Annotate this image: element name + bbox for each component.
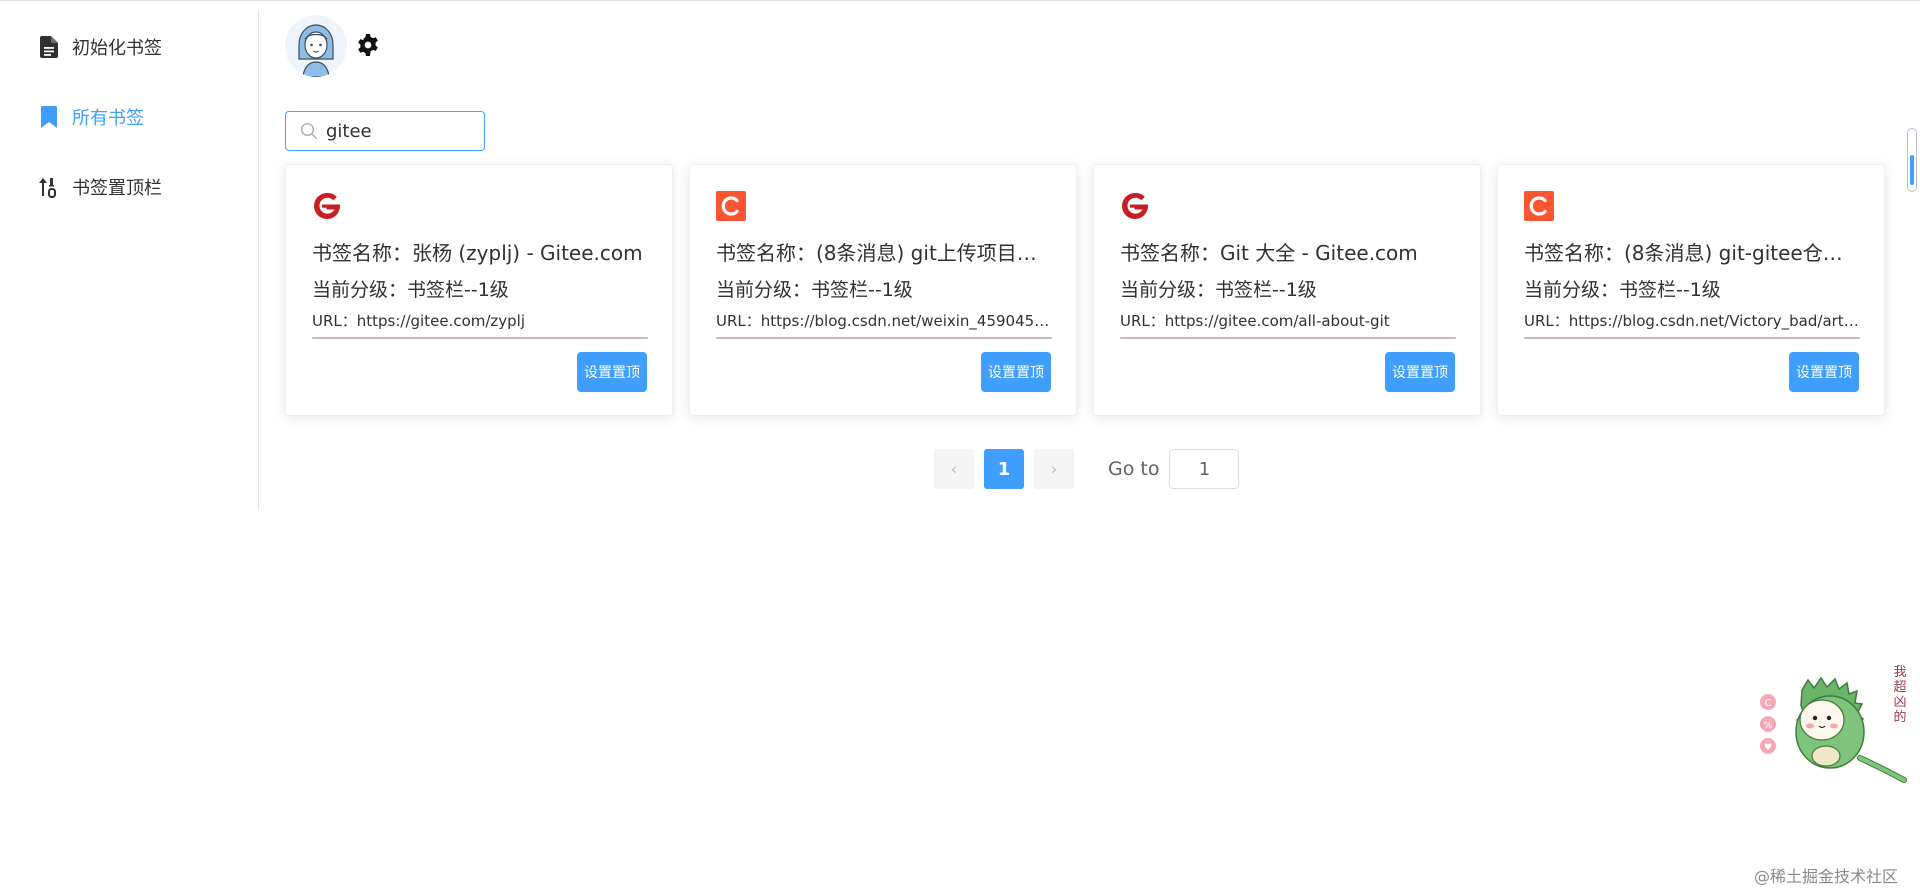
svg-text:的: 的 bbox=[1893, 709, 1906, 725]
sidebar-item-label: 所有书签 bbox=[72, 108, 144, 129]
svg-text:超: 超 bbox=[1893, 680, 1906, 695]
gear-icon[interactable] bbox=[356, 33, 380, 57]
bookmark-card: 书签名称：张杨 (zyplj) - Gitee.com 当前分级：书签栏--1级… bbox=[285, 164, 673, 416]
divider bbox=[1524, 337, 1860, 339]
svg-text:凶: 凶 bbox=[1893, 695, 1906, 710]
user-avatar-icon bbox=[285, 15, 347, 77]
avatar[interactable] bbox=[285, 15, 347, 77]
divider bbox=[716, 337, 1052, 339]
bookmark-name: 书签名称：(8条消息) git-gitee仓库... bbox=[1524, 241, 1860, 265]
goto-page-input[interactable] bbox=[1169, 449, 1240, 489]
chevron-right-icon: › bbox=[1050, 458, 1058, 480]
sidebar-item-init-bookmarks[interactable]: 初始化书签 bbox=[38, 32, 162, 62]
bookmark-level: 当前分级：书签栏--1级 bbox=[1120, 279, 1317, 301]
divider bbox=[1120, 337, 1456, 339]
bookmark-name: 书签名称：Git 大全 - Gitee.com bbox=[1120, 241, 1418, 265]
document-icon bbox=[38, 35, 60, 59]
sidebar: 初始化书签 所有书签 书签置顶栏 bbox=[0, 10, 259, 510]
pagination: ‹ 1 › Go to bbox=[934, 448, 1240, 490]
pin-to-top-button[interactable]: 设置置顶 bbox=[1789, 352, 1859, 392]
csdn-icon bbox=[1524, 191, 1554, 221]
dinosaur-mascot-image: C % ♥ 我 超 凶 的 bbox=[1752, 660, 1912, 790]
bookmark-level: 当前分级：书签栏--1级 bbox=[716, 279, 913, 301]
svg-text:我: 我 bbox=[1893, 665, 1906, 680]
bookmark-card: 书签名称：(8条消息) git上传项目到... 当前分级：书签栏--1级 URL… bbox=[689, 164, 1077, 416]
bookmark-name: 书签名称：(8条消息) git上传项目到... bbox=[716, 241, 1052, 265]
search-box[interactable] bbox=[285, 111, 485, 151]
bookmark-url: URL：https://blog.csdn.net/Victory_bad/ar… bbox=[1524, 312, 1860, 330]
sidebar-item-all-bookmarks[interactable]: 所有书签 bbox=[38, 102, 144, 132]
page-number-button[interactable]: 1 bbox=[984, 449, 1024, 489]
bookmark-card: 书签名称：Git 大全 - Gitee.com 当前分级：书签栏--1级 URL… bbox=[1093, 164, 1481, 416]
bookmark-level: 当前分级：书签栏--1级 bbox=[312, 279, 509, 301]
gitee-icon bbox=[1120, 191, 1150, 221]
bookmark-card: 书签名称：(8条消息) git-gitee仓库... 当前分级：书签栏--1级 … bbox=[1497, 164, 1885, 416]
bookmark-icon bbox=[38, 105, 60, 129]
bookmark-url: URL：https://gitee.com/zyplj bbox=[312, 312, 526, 330]
divider bbox=[312, 337, 648, 339]
csdn-icon bbox=[716, 191, 746, 221]
gitee-icon bbox=[312, 191, 342, 221]
next-page-button[interactable]: › bbox=[1034, 449, 1074, 489]
svg-text:%: % bbox=[1764, 721, 1773, 731]
sort-icon bbox=[38, 175, 60, 199]
sidebar-item-pinned-bar[interactable]: 书签置顶栏 bbox=[38, 172, 162, 202]
pin-to-top-button[interactable]: 设置置顶 bbox=[1385, 352, 1455, 392]
bookmark-url: URL：https://gitee.com/all-about-git bbox=[1120, 312, 1390, 330]
bookmark-card-list: 书签名称：张杨 (zyplj) - Gitee.com 当前分级：书签栏--1级… bbox=[285, 164, 1885, 416]
goto-label: Go to bbox=[1108, 458, 1160, 480]
pin-to-top-button[interactable]: 设置置顶 bbox=[577, 352, 647, 392]
bookmark-level: 当前分级：书签栏--1级 bbox=[1524, 279, 1721, 301]
sidebar-item-label: 初始化书签 bbox=[72, 38, 162, 59]
search-input[interactable] bbox=[326, 120, 476, 142]
pin-to-top-button[interactable]: 设置置顶 bbox=[981, 352, 1051, 392]
prev-page-button[interactable]: ‹ bbox=[934, 449, 974, 489]
watermark: @稀土掘金技术社区 bbox=[1754, 867, 1899, 886]
bookmark-name: 书签名称：张杨 (zyplj) - Gitee.com bbox=[312, 241, 643, 265]
svg-text:♥: ♥ bbox=[1764, 743, 1772, 753]
svg-text:C: C bbox=[1765, 698, 1772, 709]
scrollbar-thumb[interactable] bbox=[1910, 155, 1914, 185]
bookmark-url: URL：https://blog.csdn.net/weixin_4590455… bbox=[716, 312, 1052, 330]
chevron-left-icon: ‹ bbox=[950, 458, 958, 480]
top-border bbox=[0, 0, 1920, 1]
scrollbar[interactable] bbox=[1907, 128, 1917, 192]
search-icon bbox=[300, 122, 318, 140]
sidebar-item-label: 书签置顶栏 bbox=[72, 178, 162, 199]
